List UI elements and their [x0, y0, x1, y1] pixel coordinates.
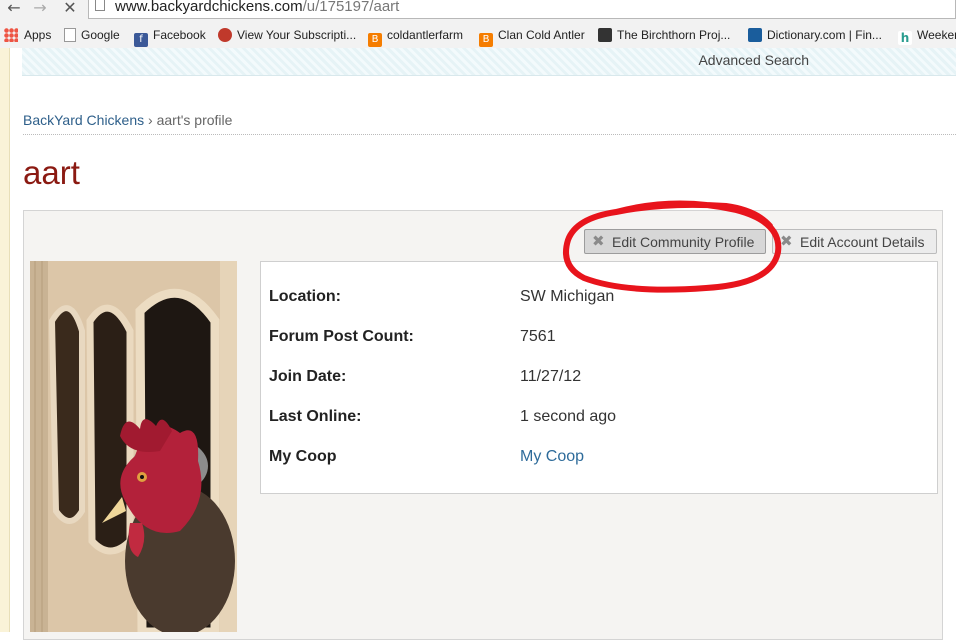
blogger-icon: B — [368, 33, 382, 47]
bookmark-clan-cold-antler[interactable]: B Clan Cold Antler — [479, 26, 585, 47]
post-count-label: Forum Post Count: — [269, 328, 414, 345]
bookmarks-bar: Apps Google f Facebook View Your Subscrip… — [0, 24, 956, 47]
bookmark-facebook[interactable]: f Facebook — [134, 26, 206, 47]
bookmark-apps[interactable]: Apps — [4, 26, 51, 44]
dictionary-icon — [748, 28, 762, 42]
bookmark-birchthorn[interactable]: The Birchthorn Proj... — [598, 26, 730, 44]
forward-icon[interactable]: → — [30, 0, 50, 16]
page-icon — [95, 0, 105, 11]
breadcrumb-separator: › — [148, 112, 153, 128]
url-path: /u/175197/aart — [302, 0, 400, 15]
page-title: aart — [23, 154, 80, 191]
breadcrumb-home-link[interactable]: BackYard Chickens — [23, 112, 144, 128]
location-label: Location: — [269, 288, 341, 305]
last-online-label: Last Online: — [269, 408, 362, 425]
bookmark-weekend[interactable]: hWeeken — [898, 26, 956, 45]
profile-info-panel: Location: SW Michigan Forum Post Count: … — [260, 261, 938, 494]
hm-icon: h — [898, 31, 912, 45]
facebook-icon: f — [134, 33, 148, 47]
join-date-value: 11/27/12 — [520, 368, 582, 385]
breadcrumb-current: aart's profile — [156, 112, 233, 128]
stop-icon[interactable]: ✕ — [60, 0, 80, 16]
rooster-photo — [30, 261, 237, 632]
my-coop-label: My Coop — [269, 448, 337, 465]
rooster-icon — [218, 28, 232, 42]
breadcrumb-divider — [23, 134, 956, 135]
cube-icon — [598, 28, 612, 42]
bookmark-subscriptions[interactable]: View Your Subscripti... — [218, 26, 356, 44]
bookmark-dictionary[interactable]: Dictionary.com | Fin... — [748, 26, 882, 44]
bookmark-google[interactable]: Google — [64, 26, 120, 44]
tools-icon: ✖ — [592, 232, 605, 250]
breadcrumb: BackYard Chickens › aart's profile — [23, 112, 232, 128]
browser-chrome: ← → ✕ www.backyardchickens.com/u/175197/… — [0, 0, 956, 49]
edit-community-profile-button[interactable]: ✖ Edit Community Profile — [584, 229, 766, 254]
last-online-value: 1 second ago — [520, 408, 617, 425]
apps-grid-icon — [4, 28, 18, 42]
search-banner: Advanced Search — [22, 48, 956, 76]
address-bar[interactable]: www.backyardchickens.com/u/175197/aart — [88, 0, 956, 19]
avatar[interactable] — [30, 261, 237, 632]
my-coop-link[interactable]: My Coop — [520, 448, 584, 466]
back-icon[interactable]: ← — [4, 0, 24, 16]
url-host: www.backyardchickens.com — [115, 0, 303, 15]
page-icon — [64, 28, 76, 42]
bookmark-coldantlerfarm[interactable]: Bcoldantlerfarm — [368, 26, 463, 47]
edit-account-details-button[interactable]: ✖ Edit Account Details — [772, 229, 937, 254]
left-margin-strip — [0, 48, 10, 632]
location-value: SW Michigan — [520, 288, 615, 305]
join-date-label: Join Date: — [269, 368, 347, 385]
blogger-icon: B — [479, 33, 493, 47]
tools-icon: ✖ — [780, 232, 793, 250]
advanced-search-link[interactable]: Advanced Search — [698, 52, 809, 68]
url-text[interactable]: www.backyardchickens.com/u/175197/aart — [115, 0, 399, 15]
page-content: Advanced Search BackYard Chickens › aart… — [0, 48, 956, 640]
post-count-value: 7561 — [520, 328, 556, 345]
